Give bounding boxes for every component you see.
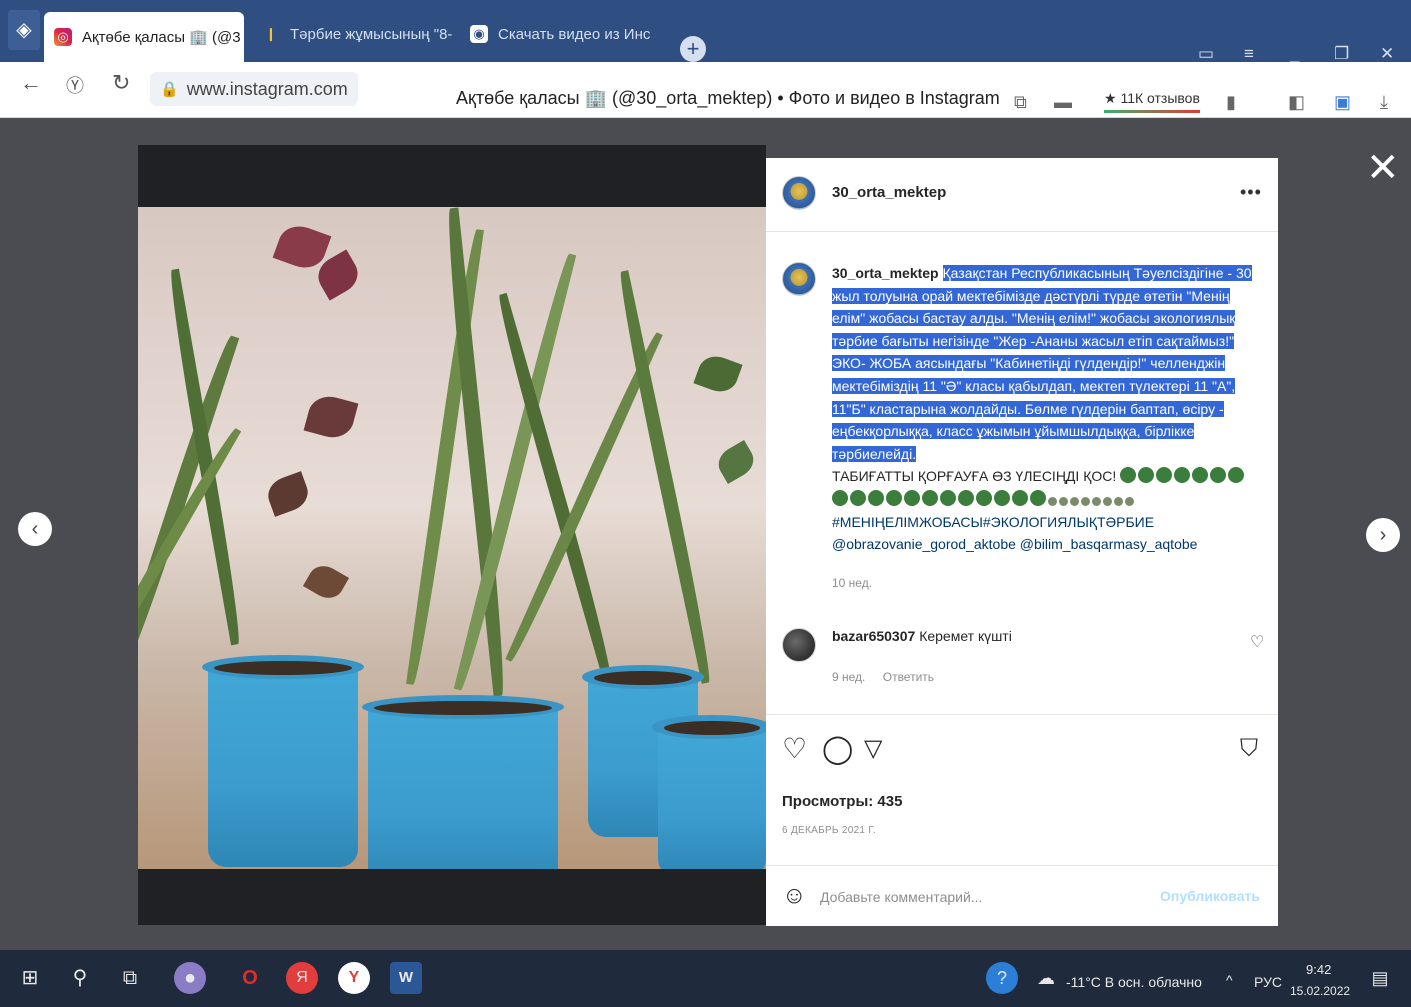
start-icon[interactable]: ⊞ (14, 962, 46, 994)
instagram-icon: ◎ (54, 28, 72, 46)
publish-button[interactable]: Опубликовать (1160, 888, 1260, 904)
comment-input[interactable] (820, 884, 1150, 910)
collections-icon[interactable]: ▭ (1198, 44, 1214, 64)
comment: bazar650307 Керемет күшті (832, 628, 1012, 644)
clock-date[interactable]: 15.02.2022 (1290, 984, 1350, 998)
restore-icon[interactable]: ❐ (1334, 44, 1349, 64)
address-bar: ← Ⓨ ↻ 🔒 www.instagram.com Ақтөбе қаласы … (0, 62, 1411, 118)
reply-link[interactable]: Ответить (883, 670, 934, 684)
post-actions: ♡ ◯ ▽ ⛉ Просмотры: 435 6 ДЕКАБРЬ 2021 Г.… (766, 714, 1278, 926)
comment-meta: 9 нед. Ответить (832, 670, 948, 684)
tab-document[interactable]: ❙ Тәрбие жұмысының "8-б (252, 14, 452, 54)
browser-logo-icon[interactable]: ◈ (8, 10, 40, 50)
task-view-icon[interactable]: ⧉ (114, 962, 146, 994)
extensions-icon[interactable]: ◧ (1288, 92, 1305, 113)
bookmark-icon[interactable]: ▮ (1226, 92, 1236, 113)
word-icon[interactable]: W (390, 962, 422, 994)
post-media[interactable] (138, 145, 766, 925)
weather-text[interactable]: -11°C В осн. облачно (1066, 974, 1202, 990)
caption-username[interactable]: 30_orta_mektep (832, 265, 939, 281)
caption-hashtags[interactable]: #МЕНІҢЕЛІМЖОБАСЫ#ЭКОЛОГИЯЛЫҚТӘРБИЕ (832, 511, 1262, 534)
caption-mentions[interactable]: @obrazovanie_gorod_aktobe @bilim_basqarm… (832, 533, 1262, 556)
app-icon[interactable]: ● (174, 962, 206, 994)
new-tab-button[interactable]: + (680, 36, 706, 62)
more-options-icon[interactable]: ••• (1240, 182, 1262, 203)
caption-slogan: ТАБИҒАТТЫ ҚОРҒАУҒА ӨЗ ҮЛЕСІҢДІ ҚОС! (832, 465, 1262, 488)
notifications-icon[interactable]: ▤ (1364, 962, 1396, 994)
comment-time: 9 нед. (832, 670, 866, 684)
close-modal-icon[interactable]: ✕ (1366, 148, 1400, 188)
tab-label: Тәрбие жұмысының "8-б (290, 25, 452, 43)
comment-icon[interactable]: ◯ (822, 735, 853, 763)
views-count[interactable]: Просмотры: 435 (782, 793, 902, 810)
reviews-badge[interactable]: ★ 11К отзывов (1104, 90, 1200, 113)
comment-like-icon[interactable]: ♡ (1250, 632, 1264, 652)
comment-composer: ☺ Опубликовать (766, 865, 1278, 927)
yandex-icon[interactable]: Ⓨ (66, 72, 84, 98)
like-icon[interactable]: ♡ (782, 735, 807, 763)
next-post-button[interactable]: › (1366, 518, 1400, 552)
copy-icon[interactable]: ⧉ (1014, 92, 1027, 113)
yandex-browser-icon[interactable]: Я (286, 962, 318, 994)
opera-icon[interactable]: O (234, 962, 266, 994)
url-text: www.instagram.com (186, 78, 348, 99)
document-icon: ❙ (265, 26, 277, 41)
prev-post-button[interactable]: ‹ (18, 512, 52, 546)
back-icon[interactable]: ← (20, 70, 42, 96)
post-username[interactable]: 30_orta_mektep (832, 184, 946, 201)
search-icon[interactable]: ⚲ (64, 962, 96, 994)
protect-icon[interactable]: ▣ (1334, 92, 1351, 113)
plants-photo (138, 207, 766, 869)
post-time: 10 нед. (832, 576, 873, 590)
caption-avatar[interactable] (782, 262, 816, 296)
close-window-icon[interactable]: ✕ (1380, 44, 1394, 64)
minimize-icon[interactable]: _ (1290, 44, 1299, 64)
download-site-icon: ◉ (470, 25, 488, 43)
yandex-app-icon[interactable]: Y (338, 962, 370, 994)
post-date: 6 ДЕКАБРЬ 2021 Г. (782, 825, 876, 836)
download-icon[interactable]: ⤓ (1380, 92, 1388, 113)
lock-icon: 🔒 (160, 81, 179, 98)
menu-icon[interactable]: ≡ (1244, 44, 1254, 64)
emoji-row (832, 488, 1262, 511)
tab-label: Скачать видео из Инс (498, 25, 651, 43)
reload-icon[interactable]: ↻ (112, 70, 130, 96)
plant-pot (362, 695, 564, 869)
tab-video-download[interactable]: ◉ Скачать видео из Инс (460, 14, 670, 54)
post-header: 30_orta_mektep ••• (766, 158, 1278, 232)
comment-username[interactable]: bazar650307 (832, 628, 915, 644)
save-icon[interactable]: ⛉ (1240, 735, 1258, 763)
help-icon[interactable]: ? (986, 962, 1018, 994)
browser-tab-strip: ◈ ◎ Ақтөбе қаласы 🏢 (@3 × ❙ Тәрбие жұмыс… (0, 0, 1411, 64)
language-indicator[interactable]: РУС (1254, 974, 1282, 990)
clock-time[interactable]: 9:42 (1306, 962, 1331, 977)
windows-taskbar: ⊞ ⚲ ⧉ ● O Я Y W ? ☁ -11°C В осн. облачно… (0, 950, 1411, 1007)
post-caption: 30_orta_mektep Қазақстан Республикасының… (832, 262, 1262, 556)
weather-icon: ☁ (1037, 968, 1055, 988)
commenter-avatar[interactable] (782, 628, 816, 662)
emoji-picker-icon[interactable]: ☺ (782, 884, 807, 908)
page-title: Ақтөбе қаласы 🏢 (@30_orta_mektep) • Фото… (456, 88, 1000, 108)
post-details-panel: 30_orta_mektep ••• 30_orta_mektep Қазақс… (766, 158, 1278, 926)
plant-pot (202, 655, 364, 867)
url-field[interactable]: 🔒 www.instagram.com (150, 72, 358, 106)
plant-pot (652, 715, 766, 869)
tab-label: Ақтөбе қаласы 🏢 (@3 (82, 29, 241, 46)
share-icon[interactable]: ▽ (864, 735, 882, 763)
tray-expand-icon[interactable]: ^ (1226, 972, 1233, 988)
caption-selected-text: Қазақстан Республикасының Тәуелсіздігіне… (832, 265, 1252, 462)
tab-instagram[interactable]: ◎ Ақтөбе қаласы 🏢 (@3 × (44, 12, 244, 62)
comment-text: Керемет күшті (919, 628, 1012, 644)
avatar[interactable] (782, 176, 816, 210)
reader-icon[interactable]: ▬ (1054, 92, 1072, 113)
